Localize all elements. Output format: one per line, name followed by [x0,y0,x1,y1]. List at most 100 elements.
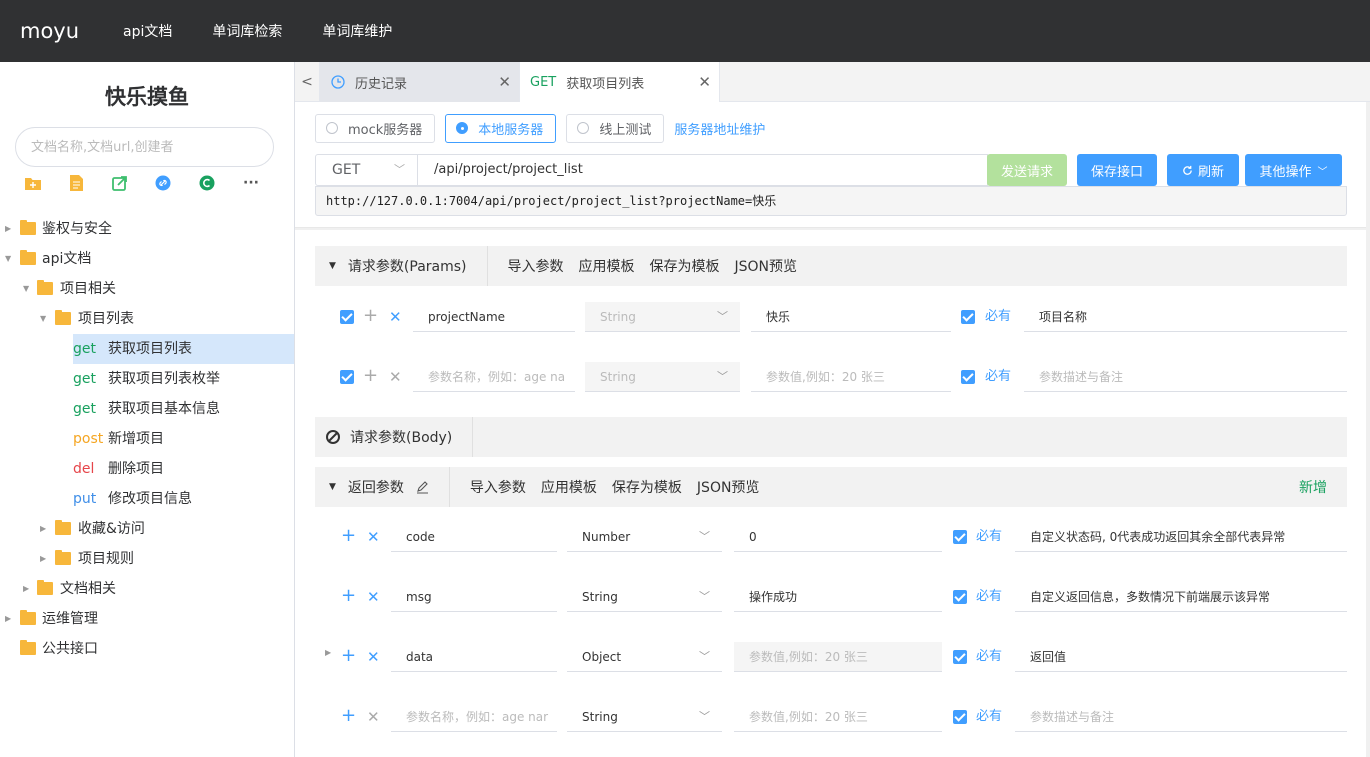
add-response-button[interactable]: 新增 [1299,477,1327,497]
save-template-button[interactable]: 保存为模板 [650,256,720,276]
close-icon[interactable]: ✕ [389,308,402,326]
response-type-select[interactable]: Object ﹀ [567,642,722,672]
param-type-select[interactable]: String ﹀ [585,302,740,332]
more-icon[interactable]: ··· [242,174,260,192]
close-icon[interactable]: ✕ [367,588,380,606]
close-icon[interactable]: ✕ [367,648,380,666]
response-type-select[interactable]: String ﹀ [567,582,722,612]
response-type-select[interactable]: String ﹀ [567,702,722,732]
export-icon[interactable] [111,174,129,192]
nav-api-docs[interactable]: api文档 [123,21,172,41]
required-checkbox[interactable] [953,710,967,724]
param-desc-field[interactable]: 项目名称 [1024,302,1347,332]
plus-icon[interactable]: + [341,647,356,665]
close-icon[interactable]: ✕ [389,368,402,386]
plus-icon[interactable]: + [363,307,378,325]
required-checkbox[interactable] [961,370,975,384]
save-api-button[interactable]: 保存接口 [1077,154,1157,186]
tree-folder-rules[interactable]: ▶ 项目规则 [0,544,294,574]
tree-api-del-project[interactable]: del 删除项目 [73,454,294,484]
response-desc-field[interactable]: 自定义状态码, 0代表成功返回其余全部代表异常 [1015,522,1347,552]
chevron-down-icon: ﹀ [699,710,710,723]
tree-api-put-project[interactable]: put 修改项目信息 [73,484,294,514]
close-icon[interactable]: ✕ [498,73,511,91]
plus-icon[interactable]: + [341,587,356,605]
server-option-local[interactable]: 本地服务器 [445,113,557,143]
refresh-button[interactable]: 刷新 [1167,154,1239,186]
doc-search-input[interactable] [15,127,274,167]
close-icon[interactable]: ✕ [698,73,711,91]
json-preview-button[interactable]: JSON预览 [735,256,798,276]
tree-folder-favorites[interactable]: ▶ 收藏&访问 [0,514,294,544]
tree-api-get-project-info[interactable]: get 获取项目基本信息 [73,394,294,424]
caret-down-icon[interactable]: ▼ [329,482,336,492]
scrollbar[interactable] [1366,102,1370,757]
param-type-select[interactable]: String ﹀ [585,362,740,392]
server-option-online[interactable]: 线上测试 [566,113,665,143]
tree-folder-public[interactable]: 公共接口 [0,634,294,664]
more-actions-button[interactable]: 其他操作 ﹀ [1245,154,1342,186]
edit-icon[interactable] [416,480,429,494]
copy-icon[interactable] [198,174,216,192]
tree-folder-project-list[interactable]: ▼ 项目列表 [0,304,294,334]
param-desc-field[interactable]: 参数描述与备注 [1024,362,1347,392]
plus-icon[interactable]: + [363,367,378,385]
nav-word-search[interactable]: 单词库检索 [212,21,282,41]
method-select[interactable]: GET ﹀ [315,154,418,186]
tab-history[interactable]: 历史记录 ✕ [320,62,520,102]
response-type-select[interactable]: Number ﹀ [567,522,722,552]
response-desc-field[interactable]: 自定义返回信息，多数情况下前端展示该异常 [1015,582,1347,612]
response-name-field[interactable]: 参数名称，例如：age nar [391,702,557,732]
plus-icon[interactable]: + [341,707,356,725]
required-checkbox[interactable] [961,310,975,324]
nav-word-maintain[interactable]: 单词库维护 [322,21,392,41]
enable-checkbox[interactable] [340,310,354,324]
json-preview-button[interactable]: JSON预览 [697,477,760,497]
tree-folder-auth[interactable]: ▶ 鉴权与安全 [0,214,294,244]
tree-api-get-project-enum[interactable]: get 获取项目列表枚举 [73,364,294,394]
caret-down-icon[interactable]: ▼ [329,261,336,271]
apply-template-button[interactable]: 应用模板 [579,256,635,276]
response-value-field[interactable]: 操作成功 [734,582,942,612]
tab-scroll-left-icon[interactable]: < [295,62,320,102]
param-value-field[interactable]: 参数值,例如：20 张三 [751,362,951,392]
tree-api-get-project-list[interactable]: get 获取项目列表 [73,334,294,364]
tree-api-post-project[interactable]: post 新增项目 [73,424,294,454]
param-name-field[interactable]: 参数名称，例如：age na [413,362,575,392]
import-params-button[interactable]: 导入参数 [508,256,564,276]
response-name-field[interactable]: code [391,522,557,552]
response-desc-field[interactable]: 返回值 [1015,642,1347,672]
new-folder-icon[interactable] [24,174,42,192]
response-value-field[interactable]: 参数值,例如：20 张三 [734,702,942,732]
method-tag: GET [530,74,557,90]
apply-template-button[interactable]: 应用模板 [541,477,597,497]
response-name-field[interactable]: msg [391,582,557,612]
save-template-button[interactable]: 保存为模板 [612,477,682,497]
response-desc-field[interactable]: 参数描述与备注 [1015,702,1347,732]
import-params-button[interactable]: 导入参数 [470,477,526,497]
tree-folder-docs[interactable]: ▶ 文档相关 [0,574,294,604]
close-icon[interactable]: ✕ [367,708,380,726]
response-name-field[interactable]: data [391,642,557,672]
server-maintain-link[interactable]: 服务器地址维护 [674,119,765,138]
server-option-mock[interactable]: mock服务器 [315,113,436,143]
required-checkbox[interactable] [953,530,967,544]
caret-right-icon[interactable]: ▶ [325,648,331,657]
param-name-field[interactable]: projectName [413,302,575,332]
required-checkbox[interactable] [953,650,967,664]
required-checkbox[interactable] [953,590,967,604]
response-value-field[interactable]: 0 [734,522,942,552]
new-doc-icon[interactable] [67,174,85,192]
enable-checkbox[interactable] [340,370,354,384]
tree-folder-api-docs[interactable]: ▼ api文档 [0,244,294,274]
plus-icon[interactable]: + [341,527,356,545]
url-path-input[interactable]: /api/project/project_list [418,154,988,186]
param-value-field[interactable]: 快乐 [751,302,951,332]
send-request-button[interactable]: 发送请求 [987,154,1067,186]
brand-logo[interactable]: moyu [20,19,79,43]
tree-folder-ops[interactable]: ▶ 运维管理 [0,604,294,634]
link-icon[interactable] [154,174,172,192]
close-icon[interactable]: ✕ [367,528,380,546]
tab-get-project-list[interactable]: GET 获取项目列表 ✕ [520,62,720,102]
tree-folder-project[interactable]: ▼ 项目相关 [0,274,294,304]
